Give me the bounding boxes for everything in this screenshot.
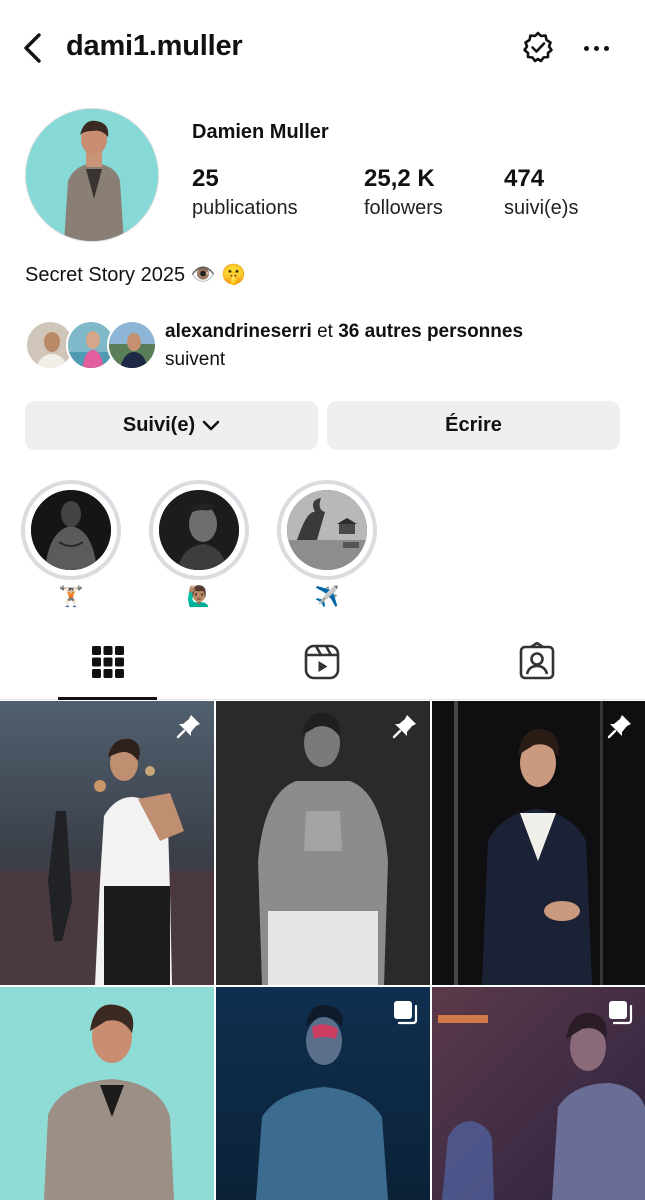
story-highlight[interactable]: 🙋🏽‍♂️ (149, 480, 249, 610)
stat-label: followers (364, 197, 443, 219)
post-thumbnail[interactable] (0, 701, 214, 985)
active-tab-indicator (58, 697, 157, 700)
followed-by-avatars (25, 320, 157, 370)
back-button[interactable] (14, 28, 50, 68)
post-image (432, 701, 645, 985)
stat-label: publications (192, 197, 298, 219)
reels-icon (304, 644, 340, 680)
follower-avatar (107, 320, 157, 370)
post-thumbnail[interactable] (0, 987, 214, 1200)
chevron-left-icon (24, 33, 41, 63)
notifications-button[interactable] (518, 28, 558, 68)
stat-publications[interactable]: 25 publications (192, 165, 298, 220)
stat-value: 25,2 K (364, 165, 435, 192)
story-highlight[interactable]: ✈️ (277, 480, 377, 610)
profile-full-name: Damien Muller (192, 121, 329, 143)
avatar-photo (26, 109, 158, 241)
profile-avatar[interactable] (25, 108, 159, 242)
post-thumbnail[interactable] (216, 987, 430, 1200)
more-options-button[interactable] (578, 30, 614, 66)
highlight-label: ✈️ (314, 586, 340, 608)
profile-bio: Secret Story 2025 👁️ 🤫 (25, 264, 247, 286)
tab-grid[interactable] (88, 642, 128, 682)
highlight-label: 🏋🏻 (58, 586, 84, 608)
more-horizontal-icon (583, 45, 589, 51)
tab-tagged[interactable] (517, 641, 557, 682)
highlight-cover (287, 490, 367, 570)
carousel-icon (609, 1001, 633, 1025)
post-thumbnail[interactable] (432, 701, 645, 985)
post-image (216, 701, 430, 985)
tagged-icon (519, 641, 555, 680)
grid-icon (92, 646, 124, 678)
followed-by-suffix: suivent (165, 349, 226, 370)
profile-username: dami1.muller (66, 30, 243, 62)
followed-by[interactable]: alexandrineserri et 36 autres personnes … (25, 318, 625, 374)
followed-by-connector: et (311, 321, 339, 342)
posts-grid (0, 701, 645, 1200)
pin-icon (176, 715, 200, 739)
highlight-ring (277, 480, 377, 580)
following-dropdown-button[interactable]: Suivi(e) (25, 401, 318, 450)
post-thumbnail[interactable] (432, 987, 645, 1200)
highlight-ring (21, 480, 121, 580)
chevron-down-icon (202, 420, 220, 430)
carousel-icon (394, 1001, 418, 1025)
stat-followers[interactable]: 25,2 K followers (364, 165, 443, 220)
stat-following[interactable]: 474 suivi(e)s (504, 165, 578, 220)
bell-check-icon (523, 31, 553, 63)
post-image (0, 701, 214, 985)
highlight-cover (159, 490, 239, 570)
highlight-ring (149, 480, 249, 580)
top-bar: dami1.muller (0, 0, 645, 96)
highlight-label: 🙋🏽‍♂️ (186, 586, 212, 608)
stat-label: suivi(e)s (504, 197, 579, 219)
highlight-cover (31, 490, 111, 570)
tab-reels[interactable] (302, 642, 342, 682)
pin-icon (392, 715, 416, 739)
profile-tabs (0, 628, 645, 700)
post-thumbnail[interactable] (216, 701, 430, 985)
post-image (0, 987, 214, 1200)
story-highlight[interactable]: 🏋🏻 (21, 480, 121, 610)
others-count-link[interactable]: 36 autres personnes (338, 321, 523, 342)
stat-value: 474 (504, 165, 545, 192)
following-label: Suivi(e) (122, 414, 196, 436)
pin-icon (607, 715, 631, 739)
followed-by-text: alexandrineserri et 36 autres personnes … (165, 318, 523, 374)
message-label: Écrire (445, 414, 502, 436)
message-button[interactable]: Écrire (327, 401, 620, 450)
follower-name-link[interactable]: alexandrineserri (165, 321, 312, 342)
stat-value: 25 (192, 165, 219, 192)
